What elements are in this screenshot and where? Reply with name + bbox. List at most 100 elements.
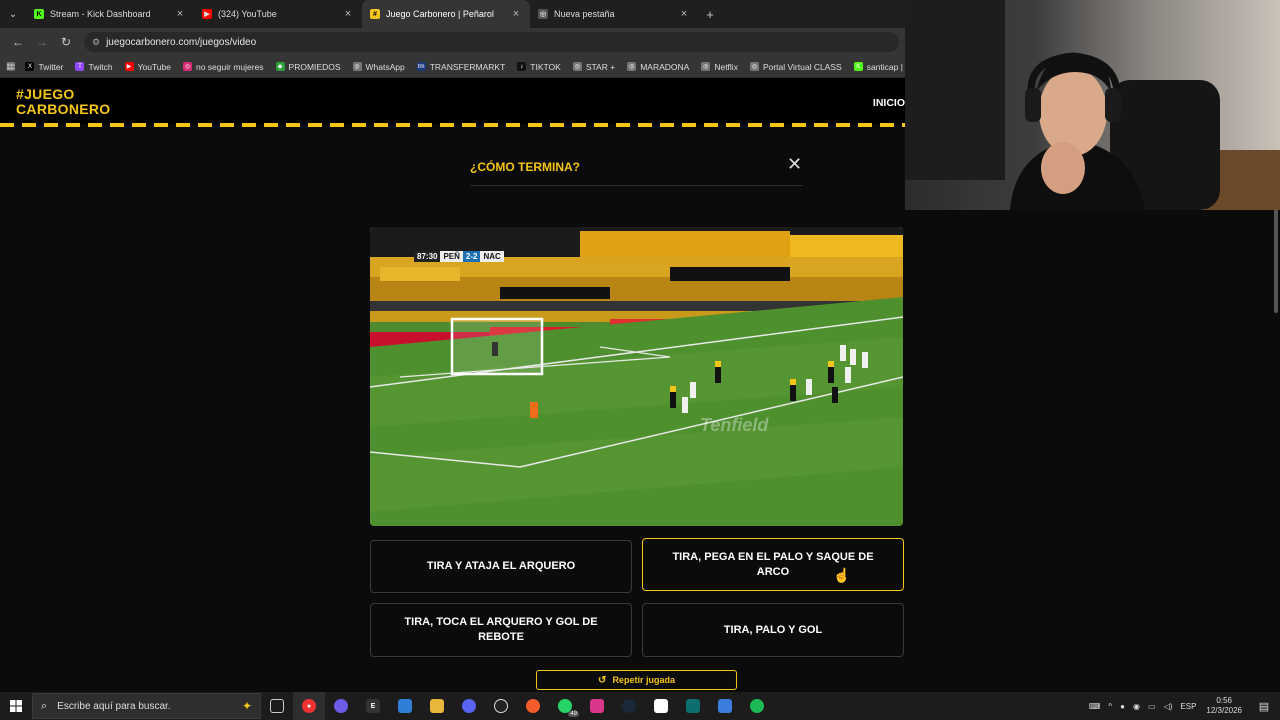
clock-date: 12/3/2026 [1206, 706, 1242, 715]
bookmark-item[interactable]: ♪ TIKTOK [517, 62, 561, 72]
replay-label: Repetir jugada [612, 675, 675, 685]
bookmark-label: MARADONA [640, 61, 690, 72]
bookmark-favicon-icon: ◎ [352, 62, 362, 71]
tray-chevron-up-icon[interactable]: ^ [1108, 702, 1112, 711]
youtube-icon: ▶ [202, 9, 212, 19]
brave-icon[interactable] [517, 692, 549, 720]
bookmark-item[interactable]: tm TRANSFERMARKT [416, 61, 506, 72]
windows-start-icon[interactable] [0, 692, 32, 720]
close-icon[interactable]: ✕ [787, 154, 802, 175]
match-score: 2-2 [462, 251, 481, 262]
answer-option-3[interactable]: TIRA, TOCA EL ARQUERO Y GOL DE REBOTE [370, 603, 632, 657]
bookmark-label: Portal Virtual CLASS [762, 61, 842, 72]
capcut-icon[interactable] [645, 692, 677, 720]
clock-time: 0:56 [1216, 696, 1232, 705]
question-title: ¿CÓMO TERMINA? [470, 160, 580, 174]
terminal-icon[interactable] [677, 692, 709, 720]
mouse-pointer-icon: ☝ [833, 567, 851, 583]
address-bar-url: juegocarbonero.com/juegos/video [106, 36, 257, 48]
microphone-icon[interactable]: ● [1120, 702, 1125, 711]
taskbar-search-input[interactable]: ⌕ Escribe aquí para buscar. ✦ [32, 693, 261, 719]
answer-option-4[interactable]: TIRA, PALO Y GOL [642, 603, 904, 657]
bookmarks-bar: ▦ X Twitter T Twitch ▶ YouTube ◎ no seguir muje… [0, 56, 905, 78]
bookmark-favicon-icon: ◎ [627, 62, 637, 71]
language-indicator[interactable]: ESP [1180, 702, 1196, 711]
bookmark-label: TRANSFERMARKT [429, 61, 506, 72]
tab-title: Stream - Kick Dashboard [50, 9, 151, 19]
webcam-overlay [905, 0, 1280, 210]
bookmark-label: TIKTOK [530, 61, 561, 72]
vpn-shield-icon[interactable] [709, 692, 741, 720]
bookmark-item[interactable]: ◎ no seguir mujeres [182, 62, 264, 72]
bookmark-item[interactable]: ▶ YouTube [124, 62, 171, 72]
video-player[interactable]: 87:30 PEÑ 2-2 NAC Tenfield [370, 227, 903, 526]
forward-arrow-icon[interactable]: → [30, 35, 54, 49]
store-icon[interactable] [389, 692, 421, 720]
webcam-tray-icon[interactable]: ◉ [1133, 702, 1140, 711]
bookmark-favicon-icon: X [25, 62, 35, 71]
tab-youtube[interactable]: ▶ (324) YouTube × [194, 0, 362, 28]
bookmark-favicon-icon: ▶ [124, 62, 134, 71]
task-view-icon[interactable] [261, 692, 293, 720]
bookmark-favicon-icon: ◆ [275, 62, 285, 71]
bookmark-item[interactable]: ◎ MARADONA [627, 62, 689, 72]
bookmark-item[interactable]: ◎ STAR + [572, 62, 615, 72]
bookmark-favicon-icon: ♪ [517, 62, 527, 71]
nav-link-inicio[interactable]: INICIO [873, 97, 905, 109]
tab-search-chevron-icon[interactable]: ⌄ [0, 0, 26, 28]
search-icon: ⌕ [41, 699, 48, 712]
close-icon[interactable]: × [510, 8, 522, 20]
close-icon[interactable]: × [342, 8, 354, 20]
bookmark-item[interactable]: ◎ WhatsApp [352, 62, 405, 72]
site-header: #JUEGO CARBONERO INICIO [0, 78, 905, 124]
tab-new-tab[interactable]: ◎ Nueva pestaña × [530, 0, 698, 28]
network-icon[interactable]: ▭ [1148, 702, 1156, 711]
apps-grid-icon[interactable]: ▦ [6, 61, 15, 72]
bookmark-item[interactable]: T Twitch [75, 61, 113, 72]
site-logo[interactable]: #JUEGO CARBONERO [16, 87, 110, 117]
bookmark-item[interactable]: ◎ Netflix [701, 62, 738, 72]
discord-icon[interactable] [453, 692, 485, 720]
tab-kick-dashboard[interactable]: K Stream - Kick Dashboard × [26, 0, 194, 28]
bookmark-label: PROMIEDOS [288, 61, 341, 72]
answer-option-2[interactable]: TIRA, PEGA EN EL PALO Y SAQUE DE ARCO [642, 538, 904, 591]
keyboard-icon[interactable]: ⌨ [1089, 702, 1101, 711]
app-pink-icon[interactable] [581, 692, 613, 720]
notifications-icon[interactable]: ▤ [1252, 700, 1276, 713]
spotify-icon[interactable] [741, 692, 773, 720]
volume-icon[interactable]: ◁) [1164, 702, 1173, 711]
game-modal: ¿CÓMO TERMINA? ✕ 87:30 PEÑ 2-2 NAC Tenfi… [0, 128, 1280, 692]
replay-icon: ↺ [598, 674, 607, 686]
bookmark-item[interactable]: X Twitter [25, 62, 63, 72]
browser-tab-strip: ⌄ K Stream - Kick Dashboard × ▶ (324) Yo… [0, 0, 905, 28]
replay-button[interactable]: ↺ Repetir jugada [536, 670, 737, 690]
reload-icon[interactable]: ↻ [54, 35, 78, 49]
chrome-icon[interactable]: ● [293, 692, 325, 720]
whatsapp-icon[interactable]: 49 [549, 692, 581, 720]
answer-option-1[interactable]: TIRA Y ATAJA EL ARQUERO [370, 540, 632, 593]
close-icon[interactable]: × [678, 8, 690, 20]
file-explorer-icon[interactable] [421, 692, 453, 720]
steam-icon[interactable] [613, 692, 645, 720]
tab-juego-carbonero[interactable]: # Juego Carbonero | Peñarol × [362, 0, 530, 28]
match-clock: 87:30 [414, 251, 441, 262]
obs-icon[interactable] [485, 692, 517, 720]
bookmark-item[interactable]: ◆ PROMIEDOS [275, 61, 341, 72]
bookmark-favicon-icon: ◎ [182, 62, 192, 71]
close-icon[interactable]: × [174, 8, 186, 20]
site-info-icon[interactable]: ⚙ [92, 37, 100, 48]
clock[interactable]: 0:56 12/3/2026 [1206, 696, 1242, 716]
new-tab-plus-icon[interactable]: + [698, 7, 722, 22]
back-arrow-icon[interactable]: ← [6, 35, 30, 49]
taskbar-search-placeholder: Escribe aquí para buscar. [57, 700, 171, 712]
address-bar[interactable]: ⚙ juegocarbonero.com/juegos/video [84, 32, 899, 52]
bookmark-item[interactable]: Ksanticap | Kick [853, 62, 905, 72]
juego-carbonero-icon: # [370, 9, 380, 19]
penalty-scene-image [370, 227, 903, 526]
windows-taskbar: ⌕ Escribe aquí para buscar. ✦ ● E 49 ⌨ ^… [0, 692, 1280, 720]
copilot-icon[interactable] [325, 692, 357, 720]
copilot-sparkle-icon: ✦ [241, 699, 252, 713]
epic-games-icon[interactable]: E [357, 692, 389, 720]
bookmark-label: Twitch [88, 61, 113, 72]
bookmark-item[interactable]: ◎ Portal Virtual CLASS [749, 61, 842, 72]
